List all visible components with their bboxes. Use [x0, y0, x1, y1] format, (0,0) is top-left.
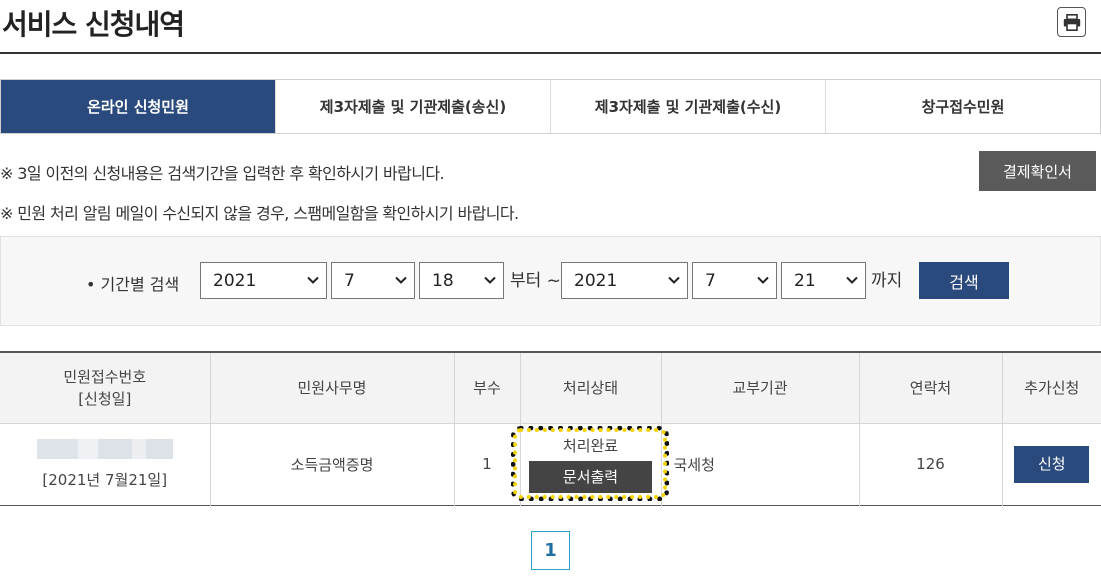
from-day-value: 18 — [432, 270, 454, 291]
title-divider — [0, 52, 1101, 54]
chevron-down-icon — [484, 276, 496, 284]
apply-button[interactable]: 신청 — [1014, 445, 1090, 483]
task-name-cell: 소득금액증명 — [210, 423, 455, 505]
to-day-select[interactable]: 21 — [781, 262, 866, 299]
to-year-value: 2021 — [574, 270, 618, 291]
to-month-value: 7 — [705, 270, 716, 291]
from-suffix-text: 부터 ~ — [510, 271, 561, 291]
col-header-status: 처리상태 — [520, 352, 662, 423]
to-day-value: 21 — [794, 270, 816, 291]
contact-cell: 126 — [859, 423, 1003, 505]
extra-request-cell: 신청 — [1002, 423, 1101, 505]
request-date: [2021년 7월21일] — [42, 470, 168, 489]
from-month-value: 7 — [344, 270, 355, 291]
from-year-value: 2021 — [213, 270, 257, 291]
tab-third-party-received[interactable]: 제3자제출 및 기관제출(수신) — [551, 80, 826, 133]
col-header-receipt-no: 민원접수번호 [신청일] — [0, 352, 211, 423]
tab-third-party-sent[interactable]: 제3자제출 및 기관제출(송신) — [276, 80, 551, 133]
to-month-select[interactable]: 7 — [692, 262, 777, 299]
print-button[interactable] — [1057, 7, 1086, 37]
to-year-select[interactable]: 2021 — [561, 262, 688, 299]
col-header-contact: 연락처 — [859, 352, 1003, 423]
printer-icon — [1063, 13, 1080, 31]
redacted-receipt-number — [36, 438, 173, 459]
col-header-copies: 부수 — [454, 352, 521, 423]
chevron-down-icon — [846, 276, 858, 284]
payment-receipt-button[interactable]: 결제확인서 — [979, 151, 1096, 191]
to-suffix-text: 까지 — [871, 271, 903, 291]
table-header-row: 민원접수번호 [신청일] 민원사무명 부수 처리상태 교부기관 연락처 추가신청 — [0, 352, 1101, 423]
col-header-receipt-no-line1: 민원접수번호 — [63, 367, 147, 386]
highlight-annotation-fill — [513, 428, 667, 499]
pagination-page-1[interactable]: 1 — [531, 531, 570, 570]
col-header-extra-request: 추가신청 — [1024, 378, 1080, 397]
from-month-select[interactable]: 7 — [331, 262, 415, 299]
chevron-down-icon — [757, 276, 769, 284]
from-year-select[interactable]: 2021 — [200, 262, 327, 299]
receipt-no-cell: [2021년 7월21일] — [0, 423, 211, 505]
from-day-select[interactable]: 18 — [419, 262, 504, 299]
col-header-receipt-no-line2: [신청일] — [78, 389, 132, 408]
search-period-label: • 기간별 검색 — [86, 275, 180, 294]
search-button[interactable]: 검색 — [919, 262, 1009, 299]
page-title: 서비스 신청내역 — [2, 8, 185, 41]
agency-cell: 국세청 — [661, 423, 860, 505]
col-header-task-name: 민원사무명 — [210, 352, 455, 423]
col-header-agency: 교부기관 — [661, 352, 860, 423]
tab-bar: 온라인 신청민원 제3자제출 및 기관제출(송신) 제3자제출 및 기관제출(수… — [0, 79, 1101, 134]
notice-spam-mail: ※ 민원 처리 알림 메일이 수신되지 않을 경우, 스팸메일함을 확인하시기 … — [0, 204, 519, 223]
chevron-down-icon — [668, 276, 680, 284]
notice-search-period: ※ 3일 이전의 신청내용은 검색기간을 입력한 후 확인하시기 바랍니다. — [0, 164, 445, 183]
tab-online-requests[interactable]: 온라인 신청민원 — [1, 80, 276, 133]
tab-counter-requests[interactable]: 창구접수민원 — [826, 80, 1100, 133]
chevron-down-icon — [395, 276, 407, 284]
chevron-down-icon — [307, 276, 319, 284]
